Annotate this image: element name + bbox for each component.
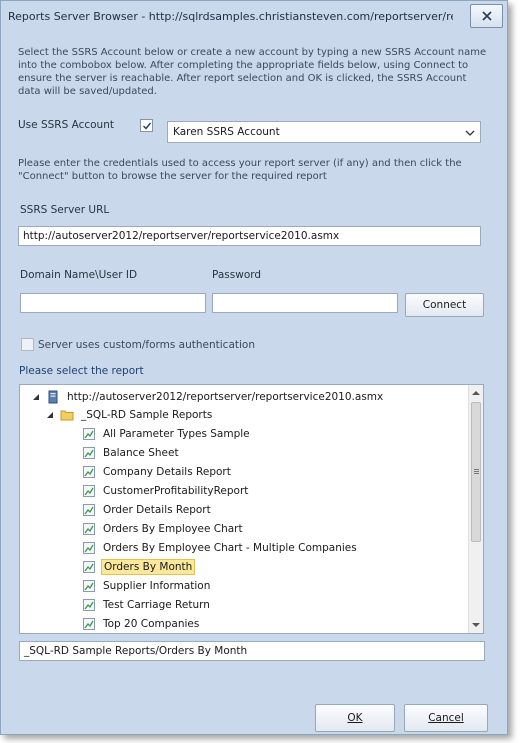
selected-account-value: Karen SSRS Account [173,126,280,138]
cancel-label: Cancel [428,712,464,724]
domain-user-label: Domain Name\User ID [20,269,138,281]
selected-report-path-value: _SQL-RD Sample Reports/Orders By Month [24,645,248,657]
tree-report-label: Test Carriage Return [103,599,210,611]
report-icon [83,599,95,611]
title-bar: Reports Server Browser - http://sqlrdsam… [1,1,507,31]
scroll-up-icon [472,391,480,395]
ok-button[interactable]: OK [315,704,395,732]
connect-button[interactable]: Connect [405,293,484,317]
tree-root-node[interactable]: http://autoserver2012/reportserver/repor… [32,388,385,406]
grip-line [474,473,479,474]
domain-user-input[interactable] [20,293,206,313]
report-icon [83,504,95,516]
tree-report-label: Top 20 Companies [103,618,200,630]
intro-text: Select the SSRS Account below or create … [18,47,487,97]
chevron-down-icon [465,130,475,136]
use-ssrs-account-checkbox[interactable] [140,119,153,132]
folder-icon [60,410,74,421]
password-label: Password [212,269,262,281]
tree-report-label: Orders By Employee Chart - Multiple Comp… [103,542,357,554]
selected-report-path[interactable]: _SQL-RD Sample Reports/Orders By Month [19,641,485,661]
tree-report-label: Orders By Employee Chart [103,523,243,535]
collapse-triangle-icon [47,412,53,418]
tree-report-item[interactable]: Top 20 Companies [82,615,201,633]
tree-report-label: Balance Sheet [103,447,179,459]
tree-report-label: Company Details Report [103,466,231,478]
scroll-up-button[interactable] [469,386,483,400]
tree-folder-label: _SQL-RD Sample Reports [81,409,213,421]
close-icon [481,11,492,21]
tree-scrollbar[interactable] [468,385,483,633]
tree-report-item[interactable]: Order Details Report [82,501,213,519]
cancel-button[interactable]: Cancel [404,704,488,732]
server-url-value: http://autoserver2012/reportserver/repor… [23,230,340,242]
report-icon [83,618,95,630]
window-title: Reports Server Browser - http://sqlrdsam… [8,10,453,23]
scroll-thumb[interactable] [471,402,481,542]
scroll-down-icon [472,623,480,627]
report-icon [83,523,95,535]
tree-root-label: http://autoserver2012/reportserver/repor… [67,391,384,403]
tree-report-label: Supplier Information [103,580,211,592]
select-report-label: Please select the report [19,365,144,377]
scroll-down-button[interactable] [469,618,483,632]
report-icon [83,542,95,554]
tree-report-item[interactable]: Orders By Employee Chart [82,520,245,538]
collapse-triangle-icon [33,394,39,400]
ok-label: OK [347,712,363,724]
credentials-text: Please enter the credentials used to acc… [18,158,462,182]
tree-report-item[interactable]: All Parameter Types Sample [82,425,252,443]
server-url-input[interactable]: http://autoserver2012/reportserver/repor… [18,226,481,246]
report-tree[interactable]: http://autoserver2012/reportserver/repor… [19,384,484,634]
tree-report-item[interactable]: Orders By Month [82,558,196,576]
tree-report-item[interactable]: Balance Sheet [82,444,181,462]
reports-server-browser-dialog: Reports Server Browser - http://sqlrdsam… [0,0,508,735]
custom-auth-checkbox[interactable] [21,338,34,351]
use-ssrs-account-label: Use SSRS Account [18,119,114,131]
report-icon [83,561,95,573]
grip-line [474,469,479,470]
tree-report-item[interactable]: Company Details Report [82,463,233,481]
close-button[interactable] [470,4,503,28]
report-icon [83,447,95,459]
tree-report-item[interactable]: Orders By Employee Chart - Multiple Comp… [82,539,359,557]
server-url-label: SSRS Server URL [20,204,110,216]
server-icon [48,390,58,404]
report-icon [83,466,95,478]
tree-report-label: Order Details Report [103,504,211,516]
tree-report-item[interactable]: CustomerProfitabilityReport [82,482,250,500]
tree-report-item[interactable]: Supplier Information [82,577,212,595]
custom-auth-label: Server uses custom/forms authentication [38,339,255,351]
report-icon [83,428,95,440]
tree-report-label: All Parameter Types Sample [103,428,250,440]
report-icon [83,485,95,497]
tree-report-label: CustomerProfitabilityReport [103,485,249,497]
tree-report-item[interactable]: Test Carriage Return [82,596,212,614]
password-input[interactable] [212,293,398,313]
checkmark-icon [142,122,151,130]
tree-folder-node[interactable]: _SQL-RD Sample Reports [46,406,214,424]
ssrs-account-combobox[interactable]: Karen SSRS Account [167,121,481,143]
report-icon [83,580,95,592]
grip-line [474,471,479,472]
tree-report-label: Orders By Month [101,559,196,575]
